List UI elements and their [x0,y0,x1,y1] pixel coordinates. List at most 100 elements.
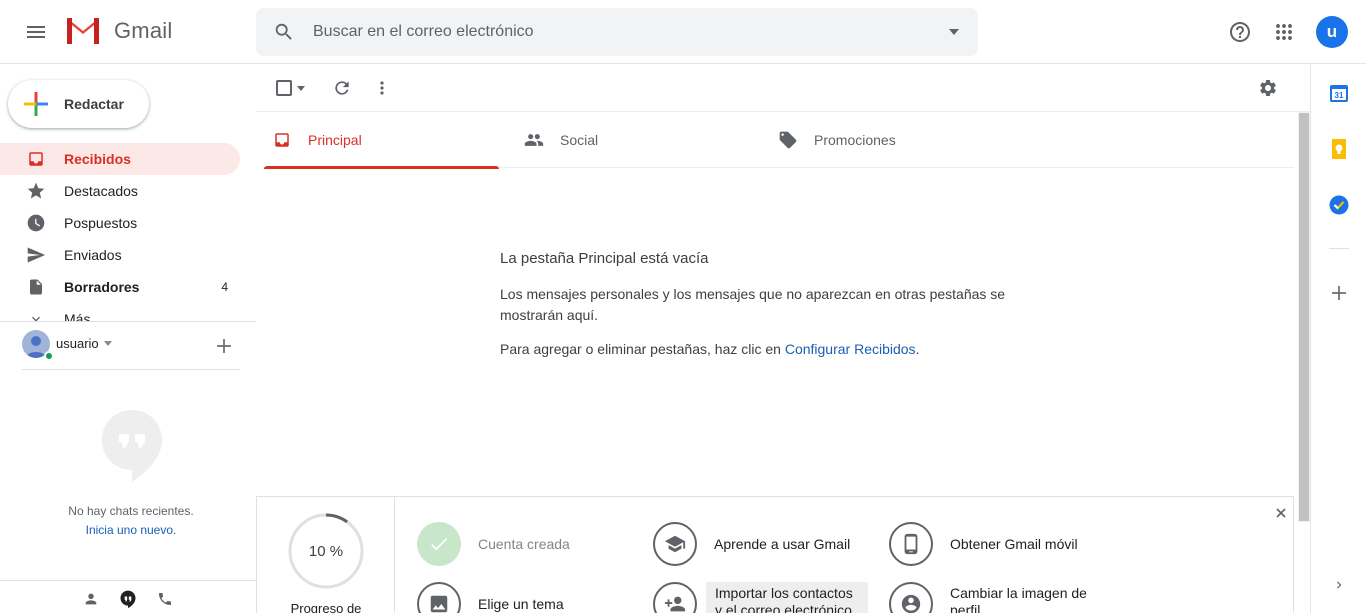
tab-label: Promociones [814,132,896,148]
side-apps-panel: 31 [1310,64,1366,613]
tab-social[interactable]: Social [516,112,751,168]
onboarding-item-label: Importar los contactos y el correo elect… [706,582,868,613]
search-input[interactable] [313,8,913,56]
account-icon [889,582,933,613]
select-options-caret[interactable] [294,76,308,100]
sidebar-item-label: Pospuestos [64,215,138,231]
search-bar[interactable] [256,8,978,56]
mail-toolbar [256,64,1310,112]
refresh-button[interactable] [330,76,354,100]
compose-plus-icon [24,92,48,116]
select-all-checkbox[interactable] [272,76,296,100]
keep-lightbulb-icon [1332,139,1346,159]
draft-icon [26,277,46,297]
scrollbar-thumb[interactable] [1299,113,1309,521]
onboarding-item-label: Elige un tema [478,596,564,612]
sidebar-item-label: Enviados [64,247,122,263]
sidebar-divider [0,321,256,322]
help-button[interactable] [1220,12,1260,52]
hint-prefix: Para agregar o eliminar pestañas, haz cl… [500,341,785,357]
onboarding-item-gmail-mobile[interactable]: Obtener Gmail móvil [889,522,1109,570]
inbox-icon [26,149,46,169]
empty-tab-hint: Para agregar o eliminar pestañas, haz cl… [500,341,919,357]
tag-icon [778,130,798,150]
onboarding-item-profile-picture[interactable]: Cambiar la imagen de perfil [889,582,1109,613]
sidebar-item-snoozed[interactable]: Pospuestos [0,207,240,239]
hangouts-user[interactable]: usuario [22,330,242,362]
sidebar-item-label: Borradores [64,279,140,295]
tab-promociones[interactable]: Promociones [770,112,1005,168]
onboarding-item-label: Cuenta creada [478,536,570,552]
sidebar-item-starred[interactable]: Destacados [0,175,240,207]
expand-side-panel-button[interactable] [1328,574,1350,596]
empty-tab-title: La pestaña Principal está vacía [500,250,709,267]
onboarding-item-import[interactable]: Importar los contactos y el correo elect… [653,582,893,613]
side-panel-divider [1329,248,1349,249]
sidebar-item-sent[interactable]: Enviados [0,239,240,271]
main-menu-button[interactable] [12,8,60,56]
keep-app-button[interactable] [1328,138,1350,160]
hangouts-icon [120,590,136,609]
app-name: Gmail [114,18,173,43]
tab-principal[interactable]: Principal [264,112,499,169]
sidebar-item-drafts[interactable]: Borradores 4 [0,271,240,303]
calendar-icon: 31 [1330,85,1348,102]
close-icon [1276,508,1286,518]
help-icon [1230,22,1250,42]
close-onboarding-button[interactable] [1273,505,1289,521]
hangouts-tab[interactable] [114,585,142,613]
hangouts-divider [22,369,240,370]
onboarding-item-theme[interactable]: Elige un tema [417,582,637,613]
onboarding-item-label: Cambiar la imagen de perfil [950,585,1087,613]
more-options-button[interactable] [370,76,394,100]
setup-progress: 10 % Progreso de [257,497,395,613]
search-icon[interactable] [270,18,298,46]
inbox-icon [272,130,292,150]
apps-button[interactable] [1264,12,1304,52]
tasks-app-button[interactable] [1328,194,1350,216]
star-icon [26,181,46,201]
configure-inbox-link[interactable]: Configurar Recibidos [785,341,916,357]
phone-icon [159,593,171,605]
sidebar-item-more[interactable]: Más [0,303,240,321]
apps-grid-icon [1276,24,1292,40]
refresh-icon [335,81,349,95]
onboarding-item-account-created[interactable]: Cuenta creada [417,522,637,570]
svg-text:31: 31 [1335,91,1344,100]
get-addons-button[interactable] [1328,282,1350,304]
school-icon [653,522,697,566]
status-caret-icon[interactable] [104,341,112,346]
hangouts-chat-bubble-icon [102,410,162,482]
top-header: Gmail u [0,0,1366,64]
clock-icon [26,213,46,233]
add-person-icon [653,582,697,613]
active-tab-indicator [264,166,499,169]
person-icon [85,593,97,605]
start-new-chat-link[interactable]: Inicia uno nuevo. [0,523,262,537]
plus-icon [217,339,231,353]
phone-calls-tab[interactable] [151,585,179,613]
category-tabs: Principal Social Promociones [264,112,1294,169]
empty-tab-description: Los mensajes personales y los mensajes q… [500,286,1006,323]
caret-down-icon [297,85,305,91]
gmail-m-icon [67,18,99,44]
hangouts-user-name: usuario [56,336,99,351]
chevron-right-icon [1337,581,1342,589]
gmail-logo[interactable]: Gmail [64,16,172,46]
account-avatar[interactable]: u [1316,16,1348,48]
calendar-app-button[interactable]: 31 [1328,82,1350,104]
sidebar-item-inbox[interactable]: Recibidos [0,143,240,175]
onboarding-item-learn-gmail[interactable]: Aprende a usar Gmail [653,522,873,570]
compose-label: Redactar [64,96,124,112]
chevron-down-icon [26,309,46,321]
new-chat-button[interactable] [212,334,236,358]
search-options-caret-icon[interactable] [948,26,960,38]
more-vert-icon [380,81,384,95]
plus-icon [1332,286,1346,300]
settings-button[interactable] [1256,76,1280,100]
menu-icon [27,26,45,38]
phone-icon [889,522,933,566]
compose-button[interactable]: Redactar [8,80,149,128]
tab-label: Principal [308,132,362,148]
contacts-tab[interactable] [77,585,105,613]
